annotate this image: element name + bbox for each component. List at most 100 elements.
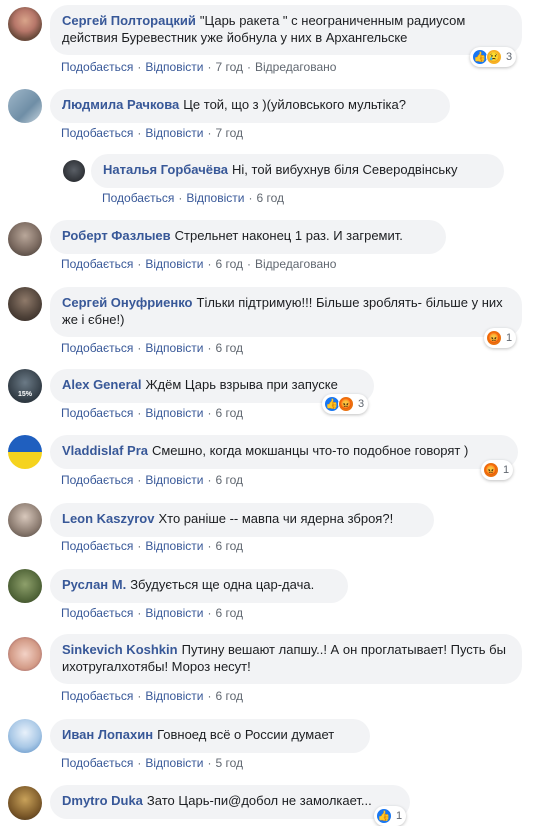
commenter-name[interactable]: Sinkevich Koshkin	[62, 642, 178, 657]
avatar[interactable]	[8, 786, 42, 820]
commenter-name[interactable]: Dmytro Duka	[62, 793, 143, 808]
comment-bubble: Людмила Рачкова Це той, що з )(уйловськог…	[50, 89, 450, 123]
reactions-summary[interactable]: 😡 1	[481, 460, 514, 480]
separator-dot: ·	[137, 257, 142, 271]
comment-time[interactable]: 7 год	[215, 60, 243, 74]
comment-text: Ждём Царь взрыва при запуске	[145, 377, 338, 392]
comment-actions: Подобається · Відповісти · 5 год	[61, 756, 243, 770]
separator-dot: ·	[137, 756, 142, 770]
avatar[interactable]	[8, 503, 42, 537]
commenter-name[interactable]: Руслан М.	[62, 577, 126, 592]
commenter-name[interactable]: Leon Kaszyrov	[62, 511, 154, 526]
comment-bubble: Sinkevich Koshkin Путину вешают лапшу..! …	[50, 634, 522, 684]
reply-link[interactable]: Відповісти	[145, 126, 203, 140]
comment-actions: Подобається · Відповісти · 6 год	[61, 406, 243, 420]
comment-text: Говноед всё о России думает	[157, 727, 335, 742]
separator-dot: ·	[178, 191, 183, 205]
avatar[interactable]	[8, 222, 42, 256]
comment-time[interactable]: 6 год	[215, 606, 243, 620]
reaction-count: 1	[396, 810, 403, 822]
comment-actions: Подобається · Відповісти · 7 год	[61, 126, 243, 140]
commenter-name[interactable]: Сергей Онуфриенко	[62, 295, 193, 310]
comment-bubble: Vladdislaf Pra Смешно, когда мокшанцы что…	[50, 435, 518, 469]
reaction-count: 1	[506, 332, 513, 344]
commenter-name[interactable]: Людмила Рачкова	[62, 97, 179, 112]
like-link[interactable]: Подобається	[61, 473, 133, 487]
separator-dot: ·	[207, 60, 212, 74]
separator-dot: ·	[137, 406, 142, 420]
avatar[interactable]: 15%	[8, 369, 42, 403]
comment-time[interactable]: 6 год	[256, 191, 284, 205]
reactions-summary[interactable]: 👍 😡 3	[322, 394, 369, 414]
comment-time[interactable]: 6 год	[215, 539, 243, 553]
avatar[interactable]	[8, 719, 42, 753]
like-link[interactable]: Подобається	[61, 606, 133, 620]
avatar-badge: 15%	[18, 391, 33, 398]
avatar[interactable]	[8, 89, 42, 123]
comment-time[interactable]: 6 год	[215, 406, 243, 420]
like-link[interactable]: Подобається	[61, 756, 133, 770]
reactions-summary[interactable]: 👍 😢 3	[470, 47, 517, 67]
reply-link[interactable]: Відповісти	[145, 539, 203, 553]
separator-dot: ·	[247, 257, 251, 271]
reactions-summary[interactable]: 😡 1	[484, 328, 517, 348]
like-link[interactable]: Подобається	[61, 257, 133, 271]
comment-actions: Подобається · Відповісти · 6 год · Відредагова…	[61, 257, 336, 271]
comment-text: Смешно, когда мокшанцы что-то подобное г…	[151, 443, 469, 458]
like-link[interactable]: Подобається	[61, 60, 133, 74]
angry-reaction-icon: 😡	[486, 330, 502, 346]
comment-time[interactable]: 6 год	[215, 257, 243, 271]
comment-actions: Подобається · Відповісти · 6 год	[61, 606, 243, 620]
like-link[interactable]: Подобається	[102, 191, 174, 205]
reaction-count: 1	[503, 464, 510, 476]
reactions-summary[interactable]: 👍 1	[374, 806, 407, 826]
like-reaction-icon: 👍	[376, 808, 392, 824]
commenter-name[interactable]: Сергей Полторацкий	[62, 13, 196, 28]
comment-time[interactable]: 5 год	[215, 756, 243, 770]
reply-link[interactable]: Відповісти	[145, 406, 203, 420]
reply-link[interactable]: Відповісти	[145, 689, 203, 703]
avatar[interactable]	[8, 287, 42, 321]
avatar[interactable]	[8, 435, 42, 469]
comment-time[interactable]: 6 год	[215, 473, 243, 487]
commenter-name[interactable]: Vladdislaf Pra	[62, 443, 148, 458]
commenter-name[interactable]: Иван Лопахин	[62, 727, 153, 742]
comment-actions: Подобається · Відповісти · 6 год	[61, 341, 243, 355]
edited-label[interactable]: Відредаговано	[255, 60, 336, 74]
comment-bubble: Иван Лопахин Говноед всё о России думает	[50, 719, 370, 753]
comment-text: Це той, що з )(уйловського мультіка?	[183, 97, 406, 112]
reply-link[interactable]: Відповісти	[145, 606, 203, 620]
like-link[interactable]: Подобається	[61, 126, 133, 140]
avatar[interactable]	[8, 569, 42, 603]
like-link[interactable]: Подобається	[61, 539, 133, 553]
comment-text: Зато Царь-пи@добол не замолкает...	[146, 793, 372, 808]
separator-dot: ·	[137, 689, 142, 703]
commenter-name[interactable]: Наталья Горбачёва	[103, 162, 228, 177]
commenter-name[interactable]: Alex General	[62, 377, 142, 392]
comment-time[interactable]: 7 год	[215, 126, 243, 140]
avatar[interactable]	[63, 160, 85, 182]
comment-actions: Подобається · Відповісти · 7 год · Відредагова…	[61, 60, 336, 74]
reply-link[interactable]: Відповісти	[145, 756, 203, 770]
avatar[interactable]	[8, 637, 42, 671]
reply-link[interactable]: Відповісти	[145, 341, 203, 355]
like-link[interactable]: Подобається	[61, 341, 133, 355]
comment-bubble: Сергей Полторацкий "Царь ракета " с неогр…	[50, 5, 522, 55]
reply-link[interactable]: Відповісти	[145, 60, 203, 74]
reply-link[interactable]: Відповісти	[145, 257, 203, 271]
commenter-name[interactable]: Роберт Фазлыев	[62, 228, 171, 243]
separator-dot: ·	[207, 689, 212, 703]
avatar[interactable]	[8, 7, 42, 41]
separator-dot: ·	[207, 473, 212, 487]
comment-time[interactable]: 6 год	[215, 689, 243, 703]
reply-link[interactable]: Відповісти	[145, 473, 203, 487]
reply-link[interactable]: Відповісти	[186, 191, 244, 205]
separator-dot: ·	[137, 539, 142, 553]
edited-label[interactable]: Відредаговано	[255, 257, 336, 271]
comment-bubble: Dmytro Duka Зато Царь-пи@добол не замолка…	[50, 785, 410, 819]
comment-time[interactable]: 6 год	[215, 341, 243, 355]
reply-bubble: Наталья Горбачёва Ні, той вибухнув біля С…	[91, 154, 504, 188]
separator-dot: ·	[207, 257, 212, 271]
like-link[interactable]: Подобається	[61, 406, 133, 420]
like-link[interactable]: Подобається	[61, 689, 133, 703]
